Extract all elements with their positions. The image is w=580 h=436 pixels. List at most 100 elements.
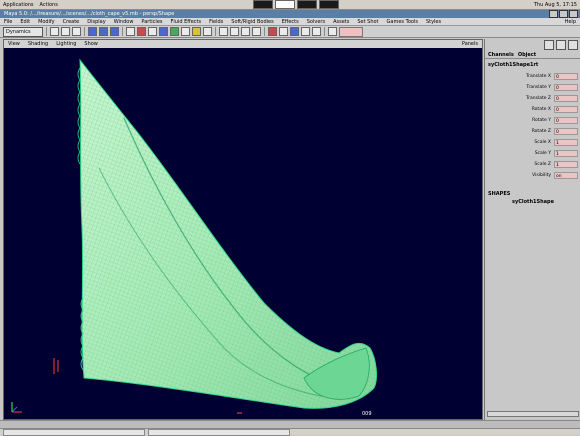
workspace-2[interactable] bbox=[274, 0, 295, 9]
open-scene-icon[interactable] bbox=[61, 27, 70, 36]
select-component-icon[interactable] bbox=[110, 27, 119, 36]
attr-rotate-z[interactable]: Rotate Z 0 bbox=[485, 127, 580, 136]
menu-styles[interactable]: Styles bbox=[422, 19, 445, 25]
input-mode-icon[interactable] bbox=[328, 27, 337, 36]
attr-value-field[interactable]: 1 bbox=[554, 161, 578, 168]
mask-curves-icon[interactable] bbox=[148, 27, 157, 36]
snap-point-icon[interactable] bbox=[241, 27, 250, 36]
menu-window[interactable]: Window bbox=[110, 19, 138, 25]
attr-translate-y[interactable]: Translate Y 0 bbox=[485, 83, 580, 92]
menu-create[interactable]: Create bbox=[59, 19, 84, 25]
mask-handles-icon[interactable] bbox=[126, 27, 135, 36]
close-button[interactable] bbox=[569, 10, 578, 18]
render-globals-icon[interactable] bbox=[312, 27, 321, 36]
perspective-viewport[interactable]: View Shading Lighting Show Panels 009 bbox=[3, 39, 483, 420]
shape-node-name[interactable]: syCloth1Shape bbox=[485, 199, 580, 205]
mask-joints-icon[interactable] bbox=[137, 27, 146, 36]
snap-view-plane-icon[interactable] bbox=[252, 27, 261, 36]
window-title-bar[interactable]: Maya 5.0: /.../treasure/.../scenes/.../c… bbox=[0, 10, 580, 18]
viewport-menu-panels[interactable]: Panels bbox=[458, 41, 482, 47]
menu-fields[interactable]: Fields bbox=[205, 19, 227, 25]
toolbar-separator bbox=[84, 27, 85, 36]
menu-soft-rigid-bodies[interactable]: Soft/Rigid Bodies bbox=[227, 19, 277, 25]
attr-scale-x[interactable]: Scale X 1 bbox=[485, 138, 580, 147]
menu-set-shot[interactable]: Set Shot bbox=[353, 19, 382, 25]
tab-object[interactable]: Object bbox=[518, 52, 536, 58]
mask-deformers-icon[interactable] bbox=[170, 27, 179, 36]
select-hierarchy-icon[interactable] bbox=[88, 27, 97, 36]
mask-rendering-icon[interactable] bbox=[192, 27, 201, 36]
attr-value-field[interactable]: 0 bbox=[554, 117, 578, 124]
menu-edit[interactable]: Edit bbox=[16, 19, 34, 25]
viewport-menu-view[interactable]: View bbox=[4, 41, 24, 47]
render-view-icon[interactable] bbox=[279, 27, 288, 36]
frame-counter: 009 bbox=[362, 411, 372, 417]
menu-display[interactable]: Display bbox=[83, 19, 109, 25]
attr-value-field[interactable]: 0 bbox=[554, 128, 578, 135]
channel-box-scrollbar[interactable] bbox=[487, 411, 579, 417]
toolbar-separator bbox=[46, 27, 47, 36]
attr-rotate-x[interactable]: Rotate X 0 bbox=[485, 105, 580, 114]
viewport-menu-lighting[interactable]: Lighting bbox=[52, 41, 80, 47]
minimize-button[interactable] bbox=[549, 10, 558, 18]
menu-file[interactable]: File bbox=[0, 19, 16, 25]
attr-value-field[interactable]: 0 bbox=[554, 73, 578, 80]
workspace-3[interactable] bbox=[296, 0, 317, 9]
actions-menu[interactable]: Actions bbox=[37, 2, 61, 8]
mask-surfaces-icon[interactable] bbox=[159, 27, 168, 36]
menu-particles[interactable]: Particles bbox=[137, 19, 166, 25]
menu-assets[interactable]: Assets bbox=[329, 19, 353, 25]
snap-grid-icon[interactable] bbox=[219, 27, 228, 36]
attr-translate-z[interactable]: Translate Z 0 bbox=[485, 94, 580, 103]
attr-translate-x[interactable]: Translate X 0 bbox=[485, 72, 580, 81]
attr-value-field[interactable]: 0 bbox=[554, 106, 578, 113]
workspace-1[interactable] bbox=[252, 0, 273, 9]
show-channel-box-icon[interactable] bbox=[544, 40, 554, 50]
menu-help[interactable]: Help bbox=[561, 19, 580, 25]
render-current-icon[interactable] bbox=[290, 27, 299, 36]
applications-menu[interactable]: Applications bbox=[0, 2, 37, 8]
attr-value-field[interactable]: 0 bbox=[554, 84, 578, 91]
menu-games-tools[interactable]: Games Tools bbox=[383, 19, 422, 25]
construction-history-icon[interactable] bbox=[268, 27, 277, 36]
attr-visibility[interactable]: Visibility on bbox=[485, 171, 580, 180]
tab-channels[interactable]: Channels bbox=[488, 52, 514, 58]
selected-object-name[interactable]: syCloth1Shape1rt bbox=[488, 62, 538, 68]
attr-label: Rotate X bbox=[531, 107, 551, 112]
viewport-menu-show[interactable]: Show bbox=[80, 41, 102, 47]
menu-set-dropdown[interactable]: Dynamics bbox=[3, 26, 43, 37]
select-object-icon[interactable] bbox=[99, 27, 108, 36]
cloth-scalloped-edge bbox=[77, 67, 81, 165]
attr-rotate-y[interactable]: Rotate Y 0 bbox=[485, 116, 580, 125]
new-scene-icon[interactable] bbox=[50, 27, 59, 36]
taskbar-button-maya[interactable] bbox=[148, 428, 290, 436]
attr-value-field[interactable]: 0 bbox=[554, 95, 578, 102]
show-layer-editor-icon[interactable] bbox=[556, 40, 566, 50]
workspace-4[interactable] bbox=[318, 0, 339, 9]
menu-solvers[interactable]: Solvers bbox=[303, 19, 329, 25]
taskbar-button-terminal[interactable] bbox=[3, 428, 145, 436]
menu-effects[interactable]: Effects bbox=[278, 19, 303, 25]
time-slider[interactable] bbox=[0, 420, 580, 428]
menu-fluid-effects[interactable]: Fluid Effects bbox=[167, 19, 206, 25]
snap-curve-icon[interactable] bbox=[230, 27, 239, 36]
menu-modify[interactable]: Modify bbox=[34, 19, 59, 25]
cloth-mesh[interactable] bbox=[77, 58, 378, 409]
mask-misc-icon[interactable] bbox=[203, 27, 212, 36]
show-attribute-editor-icon[interactable] bbox=[568, 40, 578, 50]
viewport-menu-shading[interactable]: Shading bbox=[24, 41, 52, 47]
attr-value-field[interactable]: 1 bbox=[554, 150, 578, 157]
attr-scale-y[interactable]: Scale Y 1 bbox=[485, 149, 580, 158]
attr-label: Scale X bbox=[534, 140, 551, 145]
attr-value-field[interactable]: 1 bbox=[554, 139, 578, 146]
attr-scale-z[interactable]: Scale Z 1 bbox=[485, 160, 580, 169]
attr-label: Rotate Y bbox=[532, 118, 551, 123]
maximize-button[interactable] bbox=[559, 10, 568, 18]
cloth-scene[interactable]: 009 bbox=[4, 48, 482, 419]
ipr-render-icon[interactable] bbox=[301, 27, 310, 36]
save-scene-icon[interactable] bbox=[72, 27, 81, 36]
quick-selection-field[interactable] bbox=[339, 26, 363, 37]
pin-constraint-markers bbox=[53, 358, 59, 374]
mask-dynamics-icon[interactable] bbox=[181, 27, 190, 36]
attr-value-field[interactable]: on bbox=[554, 172, 578, 179]
